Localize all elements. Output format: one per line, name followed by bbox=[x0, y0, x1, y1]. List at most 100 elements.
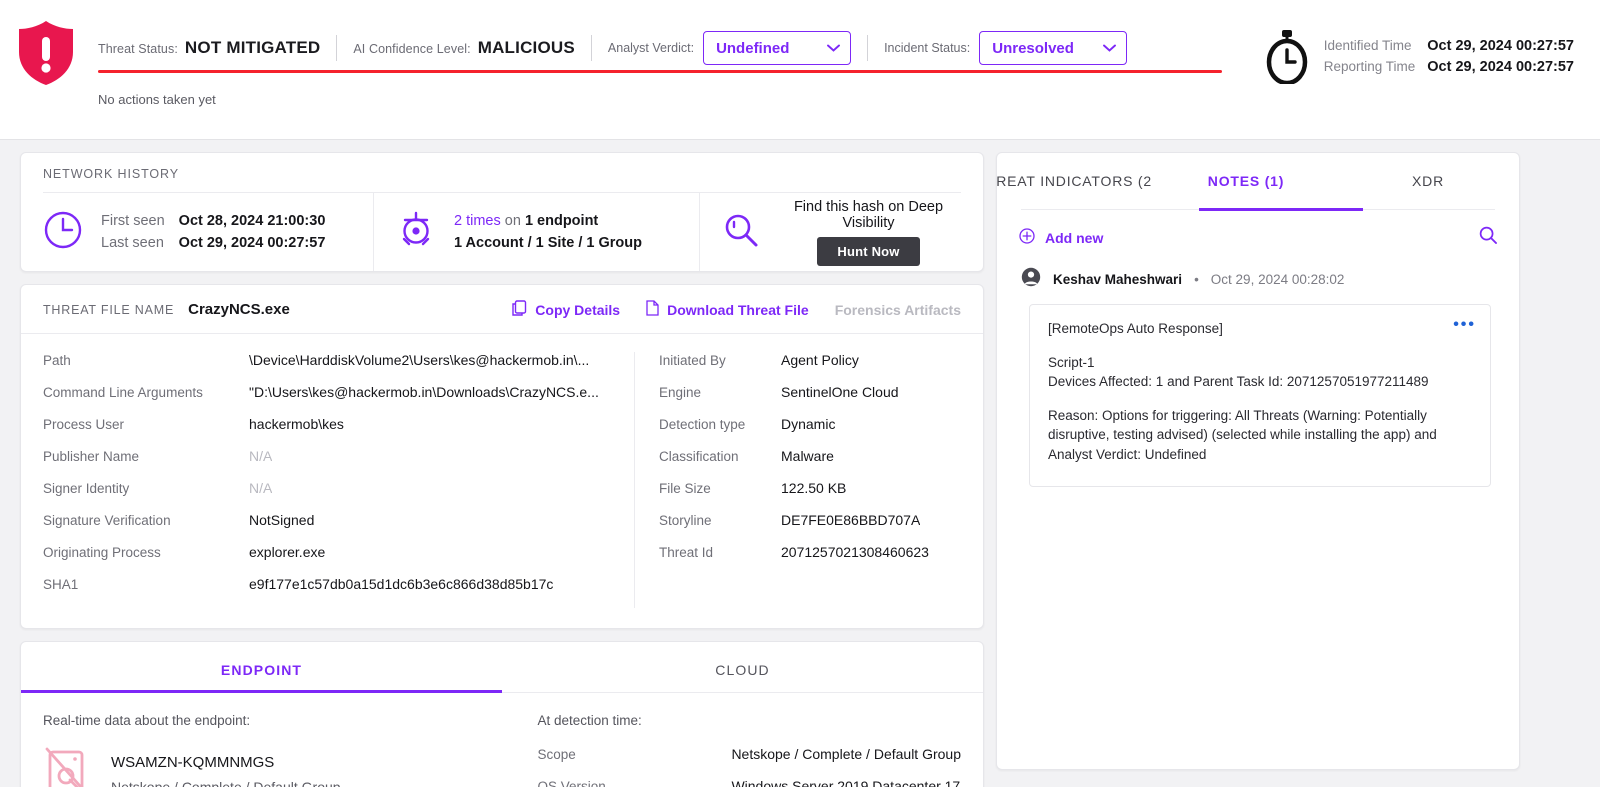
detail-value: Malware bbox=[781, 448, 834, 464]
search-icon[interactable] bbox=[1479, 226, 1497, 249]
plus-circle-icon bbox=[1019, 228, 1035, 247]
more-options-icon[interactable]: ••• bbox=[1453, 317, 1476, 333]
detail-key: Initiated By bbox=[659, 353, 726, 368]
times-grid: Identified Time Oct 29, 2024 00:27:57 Re… bbox=[1324, 38, 1574, 75]
detail-key: Classification bbox=[659, 449, 739, 464]
detail-value: Netskope / Complete / Default Group bbox=[731, 746, 961, 762]
identified-time-label: Identified Time bbox=[1323, 37, 1412, 53]
detail-value: e9f177e1c57db0a15d1dc6b3e6c866d38d85b17c bbox=[249, 576, 554, 592]
identified-time-value: Oct 29, 2024 00:27:57 bbox=[1427, 37, 1574, 54]
detail-value: Dynamic bbox=[781, 416, 836, 432]
detail-row: Originating Process explorer.exe bbox=[43, 544, 612, 576]
threat-file-header: THREAT FILE NAME CrazyNCS.exe Copy Detai… bbox=[21, 285, 983, 333]
detail-value: "D:\Users\kes@hackermob.in\Downloads\Cra… bbox=[249, 384, 599, 400]
hunt-wrap: Find this hash on Deep Visibility Hunt N… bbox=[722, 199, 961, 266]
detail-key: Process User bbox=[43, 417, 125, 432]
main-content-column: NETWORK HISTORY First seen Oct 28, 2024 … bbox=[20, 152, 984, 787]
analyst-verdict-select[interactable]: Undefined bbox=[703, 31, 852, 65]
detail-row: Detection type Dynamic bbox=[659, 416, 961, 448]
note-card: ••• [RemoteOps Auto Response] Script-1 D… bbox=[1029, 304, 1491, 488]
hunt-right: Find this hash on Deep Visibility Hunt N… bbox=[776, 199, 961, 266]
detail-row: Initiated By Agent Policy bbox=[659, 352, 961, 384]
chevron-down-icon bbox=[827, 39, 841, 57]
copy-details-label: Copy Details bbox=[535, 301, 621, 318]
divider bbox=[867, 35, 869, 61]
chevron-down-icon bbox=[1103, 39, 1117, 57]
divider bbox=[1021, 208, 1495, 211]
incident-status-label: Incident Status: bbox=[884, 41, 971, 55]
detail-row: File Size 122.50 KB bbox=[659, 480, 961, 512]
detail-value: N/A bbox=[249, 448, 273, 464]
threat-file-name-label: THREAT FILE NAME bbox=[43, 302, 175, 317]
threat-file-actions: Copy Details Download Threat File Forens… bbox=[512, 300, 961, 319]
reporting-time-value: Oct 29, 2024 00:27:57 bbox=[1427, 58, 1574, 75]
detail-row: Command Line Arguments "D:\Users\kes@hack… bbox=[43, 384, 612, 416]
detail-key: Publisher Name bbox=[43, 449, 140, 464]
detail-value: NotSigned bbox=[249, 512, 315, 528]
detail-value: \Device\HarddiskVolume2\Users\kes@hacker… bbox=[249, 352, 590, 368]
copy-details-button[interactable]: Copy Details bbox=[512, 300, 620, 319]
file-download-icon bbox=[646, 300, 659, 319]
detail-key: Originating Process bbox=[43, 545, 161, 560]
tab-cloud[interactable]: CLOUD bbox=[502, 642, 983, 692]
detail-row: SHA1 e9f177e1c57db0a15d1dc6b3e6c866d38d85… bbox=[43, 576, 612, 608]
threat-status-label: Threat Status: bbox=[98, 42, 178, 56]
detail-value: N/A bbox=[249, 480, 273, 496]
detail-value: Agent Policy bbox=[781, 352, 859, 368]
threat-file-body: Path \Device\HarddiskVolume2\Users\kes@ha… bbox=[21, 334, 983, 628]
detail-key: Detection type bbox=[659, 417, 746, 432]
ai-confidence-value: MALICIOUS bbox=[477, 38, 575, 57]
detail-key: Path bbox=[43, 353, 71, 368]
threat-file-left-column: Path \Device\HarddiskVolume2\Users\kes@ha… bbox=[21, 352, 634, 608]
detail-row: Process User hackermob\kes bbox=[43, 416, 612, 448]
tab-xdr[interactable]: XDR bbox=[1337, 153, 1519, 209]
endpoint-right: At detection time: Scope Netskope / Compl… bbox=[537, 713, 961, 787]
detail-key: Storyline bbox=[659, 513, 712, 528]
tab-notes[interactable]: NOTES (1) bbox=[1155, 153, 1337, 209]
detail-key: Command Line Arguments bbox=[43, 385, 203, 400]
copy-icon bbox=[512, 300, 527, 319]
detail-value: hackermob\kes bbox=[249, 416, 344, 432]
last-seen-value: Oct 29, 2024 00:27:57 bbox=[178, 235, 326, 251]
detail-row: Scope Netskope / Complete / Default Group bbox=[537, 746, 961, 778]
tab-threat-indicators[interactable]: THREAT INDICATORS (2 bbox=[997, 153, 1155, 209]
reporting-time-label: Reporting Time bbox=[1323, 58, 1416, 74]
incident-status-select[interactable]: Unresolved bbox=[979, 31, 1128, 65]
network-history-card: NETWORK HISTORY First seen Oct 28, 2024 … bbox=[20, 152, 984, 272]
detail-row: Signer Identity N/A bbox=[43, 480, 612, 512]
note-paragraph: [RemoteOps Auto Response] bbox=[1048, 321, 1223, 336]
endpoint-count: 1 endpoint bbox=[524, 213, 599, 229]
threat-status-value: NOT MITIGATED bbox=[184, 38, 321, 57]
hunt-now-button[interactable]: Hunt Now bbox=[817, 236, 920, 266]
download-threat-file-button[interactable]: Download Threat File bbox=[646, 300, 809, 319]
detail-key: Scope bbox=[537, 747, 576, 762]
note-timestamp: Oct 29, 2024 00:28:02 bbox=[1210, 272, 1345, 287]
tab-endpoint[interactable]: ENDPOINT bbox=[21, 642, 502, 693]
detail-row: OS Version Windows Server 2019 Datacenter… bbox=[537, 778, 961, 787]
endpoint-cloud-tabs: ENDPOINT CLOUD bbox=[21, 642, 983, 693]
threat-details-page: Threat Status: NOT MITIGATED AI Confiden… bbox=[0, 0, 1600, 787]
endpoint-right-subtitle: At detection time: bbox=[537, 713, 642, 728]
endpoint-count-values: 2 times on 1 endpoint 1 Account / 1 Site… bbox=[454, 213, 642, 251]
detail-row: Engine SentinelOne Cloud bbox=[659, 384, 961, 416]
detail-key: SHA1 bbox=[43, 577, 79, 592]
add-new-note-button[interactable]: Add new bbox=[1019, 228, 1103, 247]
endpoint-cloud-card: ENDPOINT CLOUD Real-time data about the … bbox=[20, 641, 984, 787]
threat-progress-bar bbox=[98, 70, 1222, 73]
detail-value: SentinelOne Cloud bbox=[781, 384, 899, 400]
note-paragraph: Reason: Options for triggering: All Thre… bbox=[1048, 407, 1437, 462]
detail-value: DE7FE0E86BBD707A bbox=[781, 512, 921, 528]
detail-row: Classification Malware bbox=[659, 448, 961, 480]
forensics-artifacts-label: Forensics Artifacts bbox=[834, 301, 961, 318]
endpoint-body: Real-time data about the endpoint: WSAMZ… bbox=[21, 693, 983, 787]
scope-line: 1 Account / 1 Site / 1 Group bbox=[454, 235, 642, 251]
endpoint-device: WSAMZN-KQMMNMGS Netskope / Complete / De… bbox=[43, 746, 537, 787]
detail-key: Signer Identity bbox=[43, 481, 130, 496]
right-panel-tabs: THREAT INDICATORS (2 NOTES (1) XDR bbox=[997, 153, 1519, 209]
detail-row: Publisher Name N/A bbox=[43, 448, 612, 480]
detail-key: OS Version bbox=[537, 779, 606, 787]
detail-key: Engine bbox=[659, 385, 702, 400]
endpoint-device-name: WSAMZN-KQMMNMGS bbox=[111, 754, 275, 771]
seen-times-values: First seen Oct 28, 2024 21:00:30 Last se… bbox=[101, 213, 325, 251]
endpoint-left-subtitle: Real-time data about the endpoint: bbox=[43, 713, 251, 728]
